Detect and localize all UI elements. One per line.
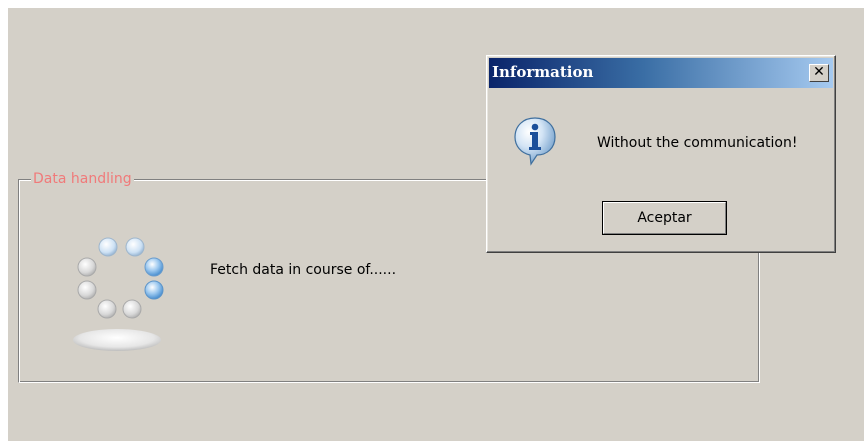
groupbox-title: Data handling — [31, 171, 134, 188]
info-icon — [514, 117, 556, 166]
information-dialog: Information ✕ Without the communication!… — [486, 55, 836, 253]
dialog-message: Without the communication! — [597, 135, 798, 151]
dialog-titlebar[interactable]: Information ✕ — [489, 58, 833, 88]
dialog-title: Information — [492, 63, 594, 81]
aceptar-button-label: Aceptar — [603, 202, 726, 234]
close-icon: ✕ — [813, 64, 825, 80]
close-button[interactable]: ✕ — [809, 64, 829, 82]
fetch-status-text: Fetch data in course of...... — [210, 262, 397, 278]
aceptar-button[interactable]: Aceptar — [602, 201, 727, 235]
loading-spinner-icon — [73, 237, 164, 351]
app-window: Data handling Fetch data in course of...… — [8, 8, 864, 441]
